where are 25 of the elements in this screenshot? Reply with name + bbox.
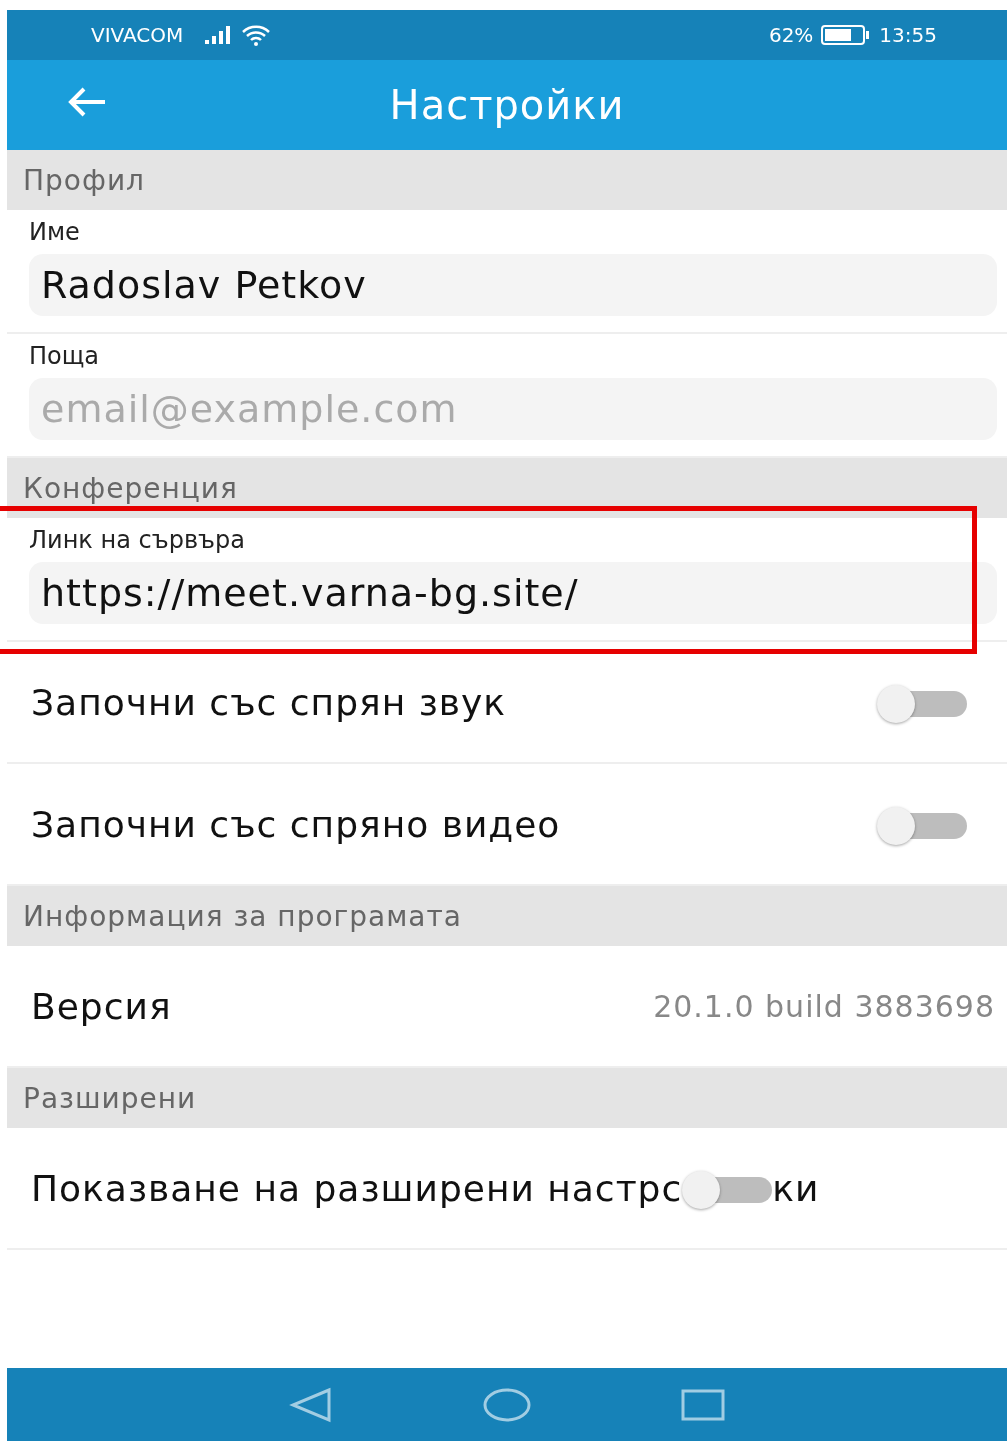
home-icon[interactable] [483,1387,531,1422]
carrier-name: VIVACOM [91,23,184,47]
wifi-icon [241,24,272,46]
section-header: Разширени [7,1068,1007,1128]
input-field[interactable]: Radoslav Petkov [29,254,997,316]
version-value: 20.1.0 build 3883698 [653,988,995,1024]
field-label: Поща [29,342,100,370]
setting-label: Започни със спрян звук [31,681,507,723]
battery-icon [821,25,872,45]
section-header: Информация за програмата [7,886,1007,946]
section-header: Конференция [7,458,1007,518]
battery-percent: 62% [768,23,814,47]
setting-label: Показване на разширени настрс [31,1167,683,1209]
setting-label: Започни със спряно видео [31,803,561,845]
input-field[interactable]: https://meet.varna-bg.site/ [29,562,997,624]
section-header: Профил [7,150,1007,210]
screen-title: Настройки [389,82,625,128]
clock: 13:55 [879,23,937,47]
setting-label: Версия [31,985,172,1027]
field-label: Име [29,218,80,246]
recents-icon[interactable] [681,1388,725,1421]
input-field[interactable]: email@example.com [29,378,997,440]
setting-label: ки [772,1167,820,1209]
field-label: Линк на сървъра [29,526,245,554]
back-icon[interactable] [289,1386,333,1423]
